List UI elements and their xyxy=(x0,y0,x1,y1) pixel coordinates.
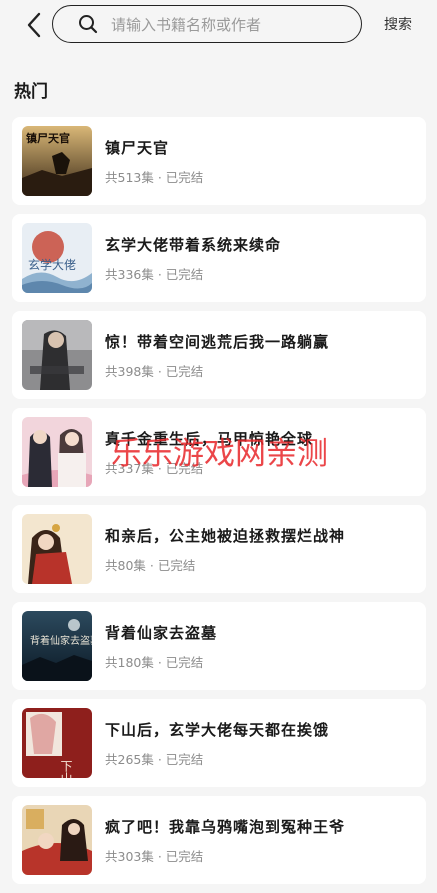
book-title: 下山后，玄学大佬每天都在挨饿 xyxy=(105,721,330,739)
book-title: 惊！带着空间逃荒后我一路躺赢 xyxy=(105,333,330,351)
cover-title-text: 背着仙家去盗墓 xyxy=(30,634,92,647)
search-box[interactable] xyxy=(52,5,362,43)
search-icon xyxy=(79,15,98,34)
book-meta: 共513集 · 已完结 xyxy=(105,170,204,185)
cover-title-text: 下山后 xyxy=(59,760,73,778)
book-card[interactable]: 下山后 下山后，玄学大佬每天都在挨饿 共265集 · 已完结 xyxy=(12,699,426,787)
book-cover: 下山后 xyxy=(22,708,92,778)
book-title: 疯了吧！我靠乌鸦嘴泡到冤种王爷 xyxy=(105,818,346,836)
book-card[interactable]: 疯了吧！我靠乌鸦嘴泡到冤种王爷 共303集 · 已完结 xyxy=(12,796,426,884)
book-cover xyxy=(22,417,92,487)
book-title: 背着仙家去盗墓 xyxy=(105,624,218,642)
book-meta: 共265集 · 已完结 xyxy=(105,752,204,767)
book-cover: 背着仙家去盗墓 xyxy=(22,611,92,681)
book-meta: 共303集 · 已完结 xyxy=(105,849,204,864)
search-button[interactable]: 搜索 xyxy=(384,14,412,34)
book-cover xyxy=(22,514,92,584)
section-title: 热门 xyxy=(14,82,48,102)
top-bar: 搜索 xyxy=(0,0,437,50)
search-input[interactable] xyxy=(109,12,353,38)
book-card[interactable]: 镇尸天官 镇尸天官 共513集 · 已完结 xyxy=(12,117,426,205)
book-cover xyxy=(22,320,92,390)
book-meta: 共180集 · 已完结 xyxy=(105,655,204,670)
back-button[interactable] xyxy=(20,10,48,40)
book-card[interactable]: 真千金重生后，马甲惊艳全球 共337集 · 已完结 xyxy=(12,408,426,496)
cover-title-text: 镇尸天官 xyxy=(26,131,70,145)
book-cover: 镇尸天官 xyxy=(22,126,92,196)
book-cover xyxy=(22,805,92,875)
book-card[interactable]: 惊！带着空间逃荒后我一路躺赢 共398集 · 已完结 xyxy=(12,311,426,399)
book-meta: 共398集 · 已完结 xyxy=(105,364,204,379)
book-meta: 共336集 · 已完结 xyxy=(105,267,204,282)
book-title: 镇尸天官 xyxy=(105,139,170,157)
book-card[interactable]: 和亲后，公主她被迫拯救摆烂战神 共80集 · 已完结 xyxy=(12,505,426,593)
book-title: 真千金重生后，马甲惊艳全球 xyxy=(105,430,314,448)
book-title: 玄学大佬带着系统来续命 xyxy=(105,236,282,254)
book-card[interactable]: 玄学大佬 玄学大佬带着系统来续命 共336集 · 已完结 xyxy=(12,214,426,302)
book-list: 镇尸天官 镇尸天官 共513集 · 已完结 玄学大佬 玄学大佬带着系统来续命 共… xyxy=(12,117,426,893)
cover-title-text: 玄学大佬 xyxy=(28,257,76,272)
book-title: 和亲后，公主她被迫拯救摆烂战神 xyxy=(105,527,346,545)
book-card[interactable]: 背着仙家去盗墓 背着仙家去盗墓 共180集 · 已完结 xyxy=(12,602,426,690)
book-cover: 玄学大佬 xyxy=(22,223,92,293)
back-arrow-icon xyxy=(27,12,41,38)
book-meta: 共80集 · 已完结 xyxy=(105,558,196,573)
book-meta: 共337集 · 已完结 xyxy=(105,461,204,476)
